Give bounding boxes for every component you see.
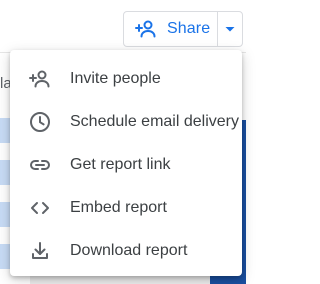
download-icon <box>28 239 52 263</box>
share-button-group: Share <box>123 11 243 47</box>
clock-icon <box>28 110 52 134</box>
menu-item-label: Invite people <box>70 69 161 87</box>
link-icon <box>28 153 52 177</box>
share-options-button[interactable] <box>218 12 242 46</box>
report-table-cell <box>0 202 10 227</box>
menu-item-label: Get report link <box>70 155 171 173</box>
share-button[interactable]: Share <box>124 12 217 46</box>
caret-down-icon <box>222 21 238 37</box>
menu-item-label: Download report <box>70 241 188 259</box>
share-menu: Invite people Schedule email delivery Ge… <box>10 50 242 276</box>
share-label: Share <box>167 20 211 37</box>
menu-item-invite-people[interactable]: Invite people <box>10 57 242 100</box>
report-table-row <box>30 276 210 284</box>
menu-item-embed-report[interactable]: Embed report <box>10 186 242 229</box>
report-table-cell <box>0 244 10 269</box>
report-table-cell <box>0 160 10 185</box>
menu-item-label: Embed report <box>70 198 167 216</box>
person-add-icon <box>28 67 52 91</box>
menu-item-get-report-link[interactable]: Get report link <box>10 143 242 186</box>
code-icon <box>28 196 52 220</box>
report-table-cell <box>0 118 10 143</box>
menu-item-download-report[interactable]: Download report <box>10 229 242 272</box>
person-add-icon <box>134 17 158 41</box>
menu-item-label: Schedule email delivery <box>70 112 239 130</box>
menu-item-schedule-email-delivery[interactable]: Schedule email delivery <box>10 100 242 143</box>
